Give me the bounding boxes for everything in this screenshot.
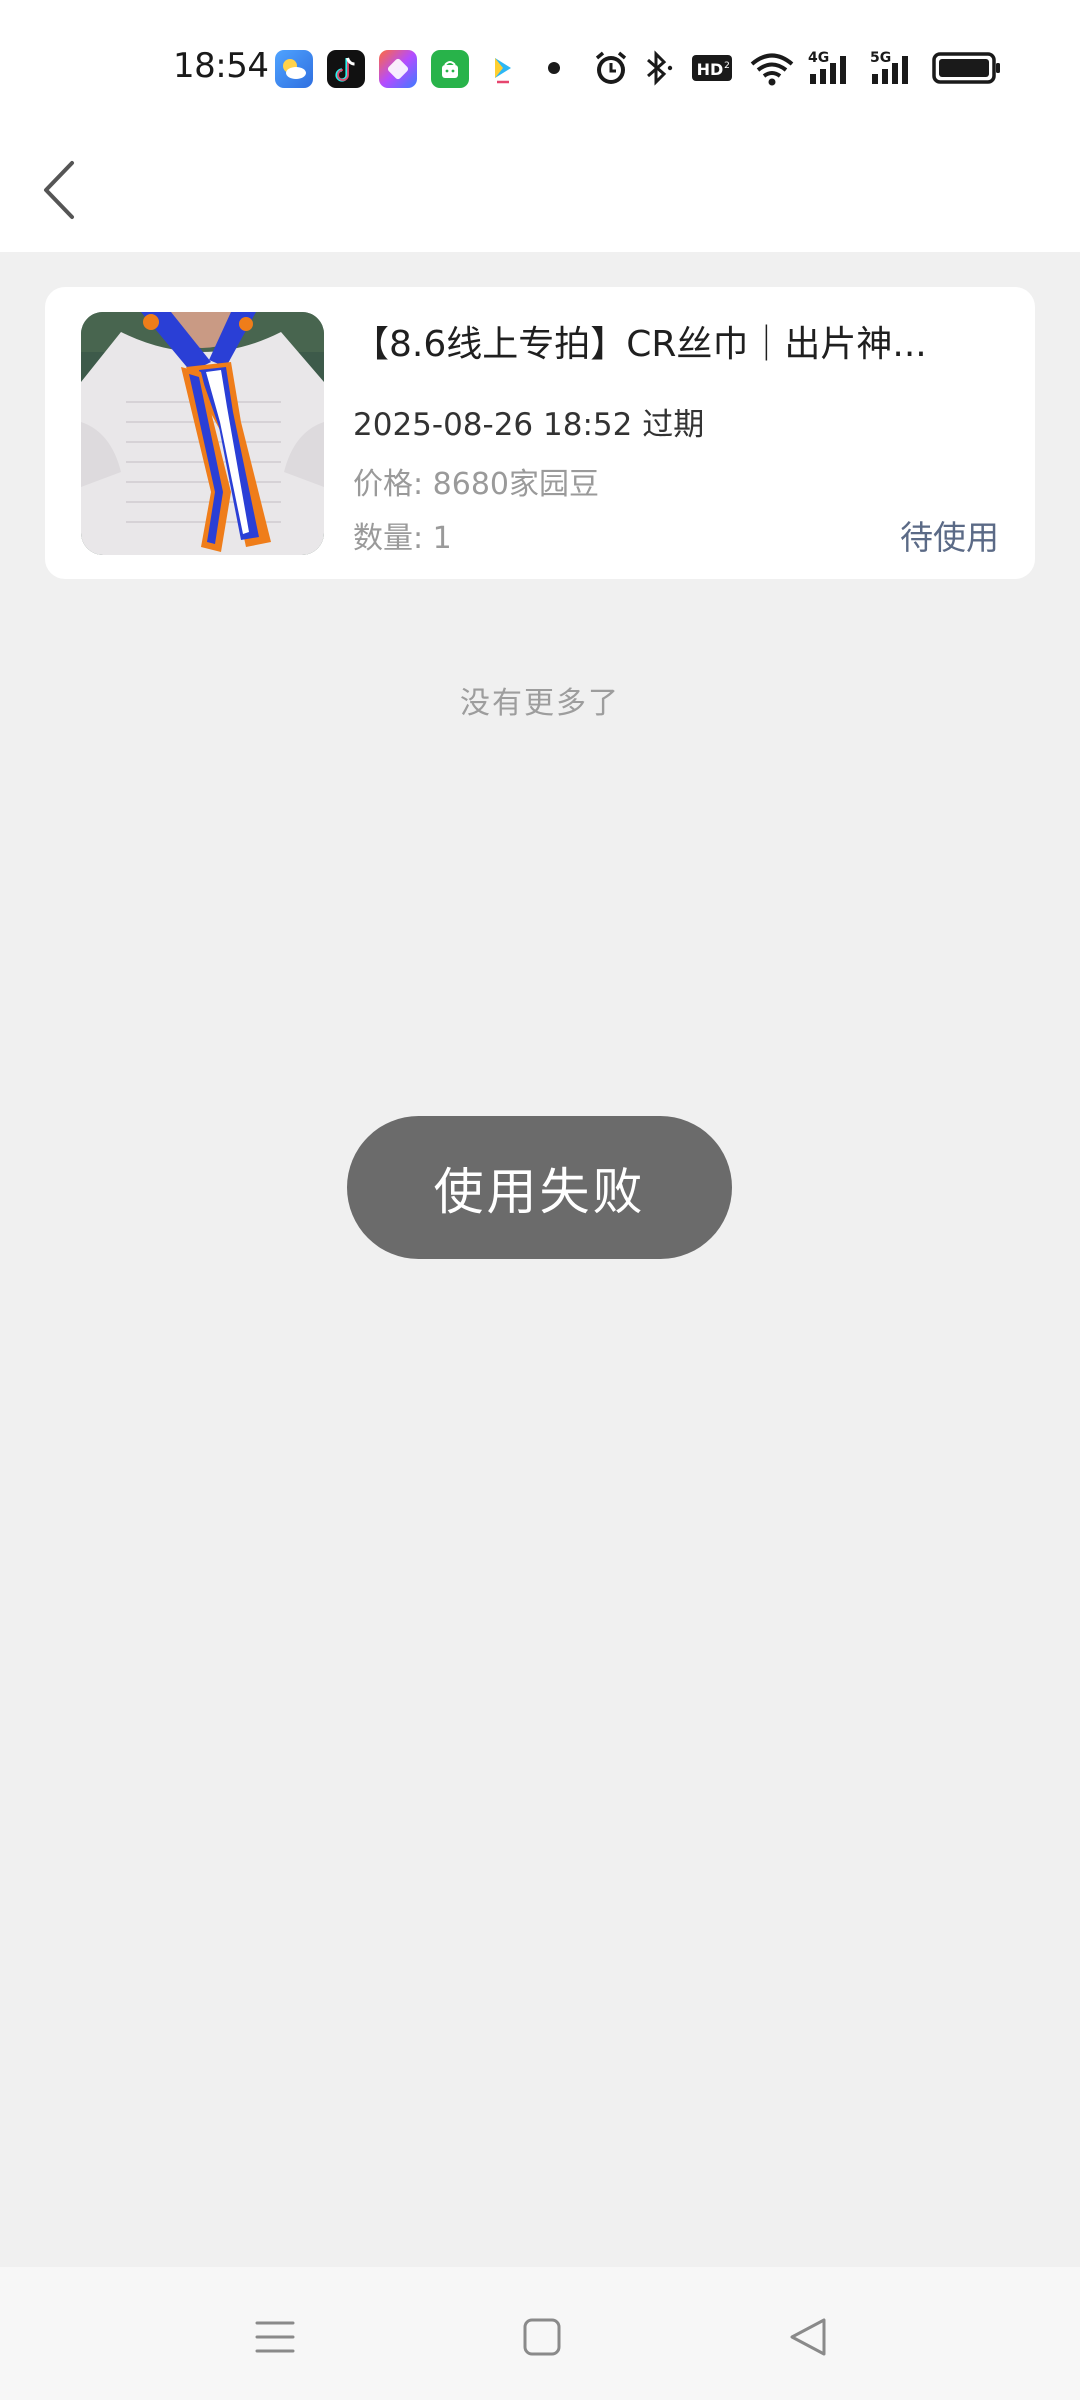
quantity-value: 1: [432, 521, 452, 556]
system-nav-bar: [0, 2267, 1080, 2400]
price-value: 8680: [432, 467, 510, 502]
back-button[interactable]: [14, 145, 104, 235]
quantity-row: 数量: 1: [353, 513, 452, 557]
wifi-icon: [748, 46, 796, 90]
back-triangle-icon: [790, 2318, 826, 2356]
notification-dot-icon: [546, 46, 562, 90]
home-square-icon: [523, 2318, 561, 2356]
order-card[interactable]: 【8.6线上专拍】CR丝巾｜出片神... 2025-08-26 18:52 过期…: [45, 287, 1035, 579]
android-store-icon: [431, 50, 469, 88]
order-status: 待使用: [900, 518, 999, 557]
back-nav-button[interactable]: [768, 2297, 848, 2377]
menu-button[interactable]: [235, 2297, 315, 2377]
price-row: 价格: 8680家园豆: [353, 459, 599, 503]
chevron-left-icon: [44, 161, 74, 219]
4g-signal-icon: 4G: [806, 46, 856, 90]
hd-voice-icon: HD 2: [690, 46, 734, 90]
home-button[interactable]: [502, 2297, 582, 2377]
expire-suffix: 过期: [642, 407, 705, 443]
weather-app-icon: [275, 50, 313, 88]
expire-date: 2025-08-26 18:52: [353, 407, 633, 443]
price-unit: 家园豆: [509, 467, 600, 502]
price-label: 价格:: [353, 467, 424, 502]
expire-info: 2025-08-26 18:52 过期: [353, 399, 704, 444]
hd-label: HD: [697, 60, 724, 79]
toast-message: 使用失败: [347, 1116, 732, 1259]
svg-text:2: 2: [724, 61, 730, 71]
product-image: [81, 312, 324, 555]
status-time: 18:54: [173, 46, 269, 86]
tiktok-icon: [327, 50, 365, 88]
page-header: [0, 135, 1080, 252]
4g-label: 4G: [808, 50, 829, 66]
menu-icon: [255, 2321, 295, 2353]
alarm-icon: [591, 46, 631, 90]
5g-label: 5G: [870, 50, 891, 66]
product-title: 【8.6线上专拍】CR丝巾｜出片神...: [353, 324, 927, 365]
video-app-icon: [483, 50, 521, 88]
5g-signal-icon: 5G: [868, 46, 918, 90]
bluetooth-icon: [638, 46, 678, 90]
no-more-text: 没有更多了: [460, 686, 620, 721]
battery-icon: [932, 46, 1002, 90]
quantity-label: 数量:: [353, 521, 424, 556]
creative-app-icon: [379, 50, 417, 88]
status-bar: 18:54 HD 2 4G 5G: [0, 0, 1080, 135]
